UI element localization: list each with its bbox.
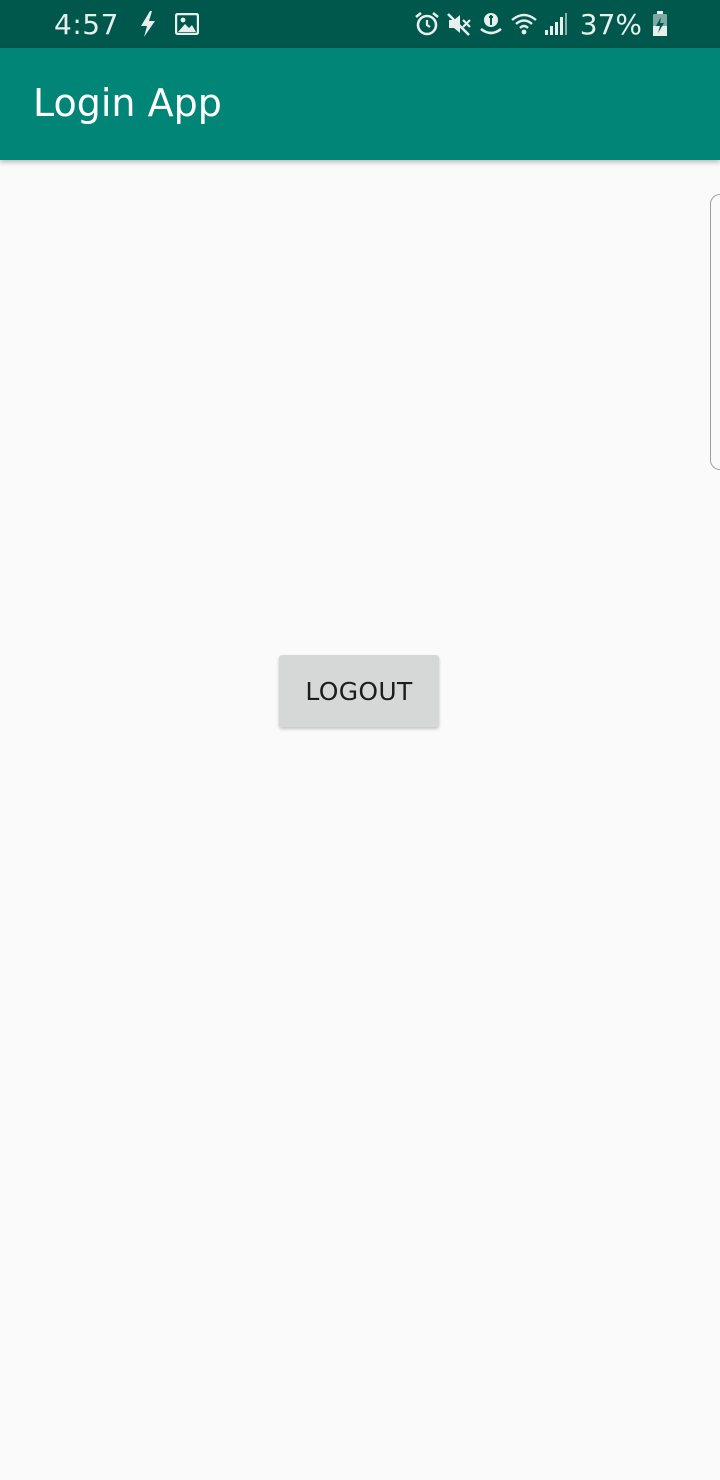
signal-icon [544,12,568,36]
status-bar: 4:57 37% [0,0,720,48]
app-bar: Login App [0,48,720,160]
location-icon [478,11,504,37]
mute-icon [446,11,472,37]
main-content: LOGOUT [0,160,720,1480]
logout-button[interactable]: LOGOUT [279,655,439,727]
wifi-icon [510,12,538,36]
status-right-group: 37% [414,0,668,48]
battery-percent: 37% [579,7,642,41]
app-title: Login App [33,81,222,125]
status-left-group: 4:57 [54,0,199,48]
image-icon [174,13,199,35]
status-time: 4:57 [54,7,119,41]
edge-panel-handle[interactable] [710,194,720,470]
flash-icon [139,11,157,37]
alarm-icon [414,11,440,37]
battery-charging-icon [652,11,668,37]
